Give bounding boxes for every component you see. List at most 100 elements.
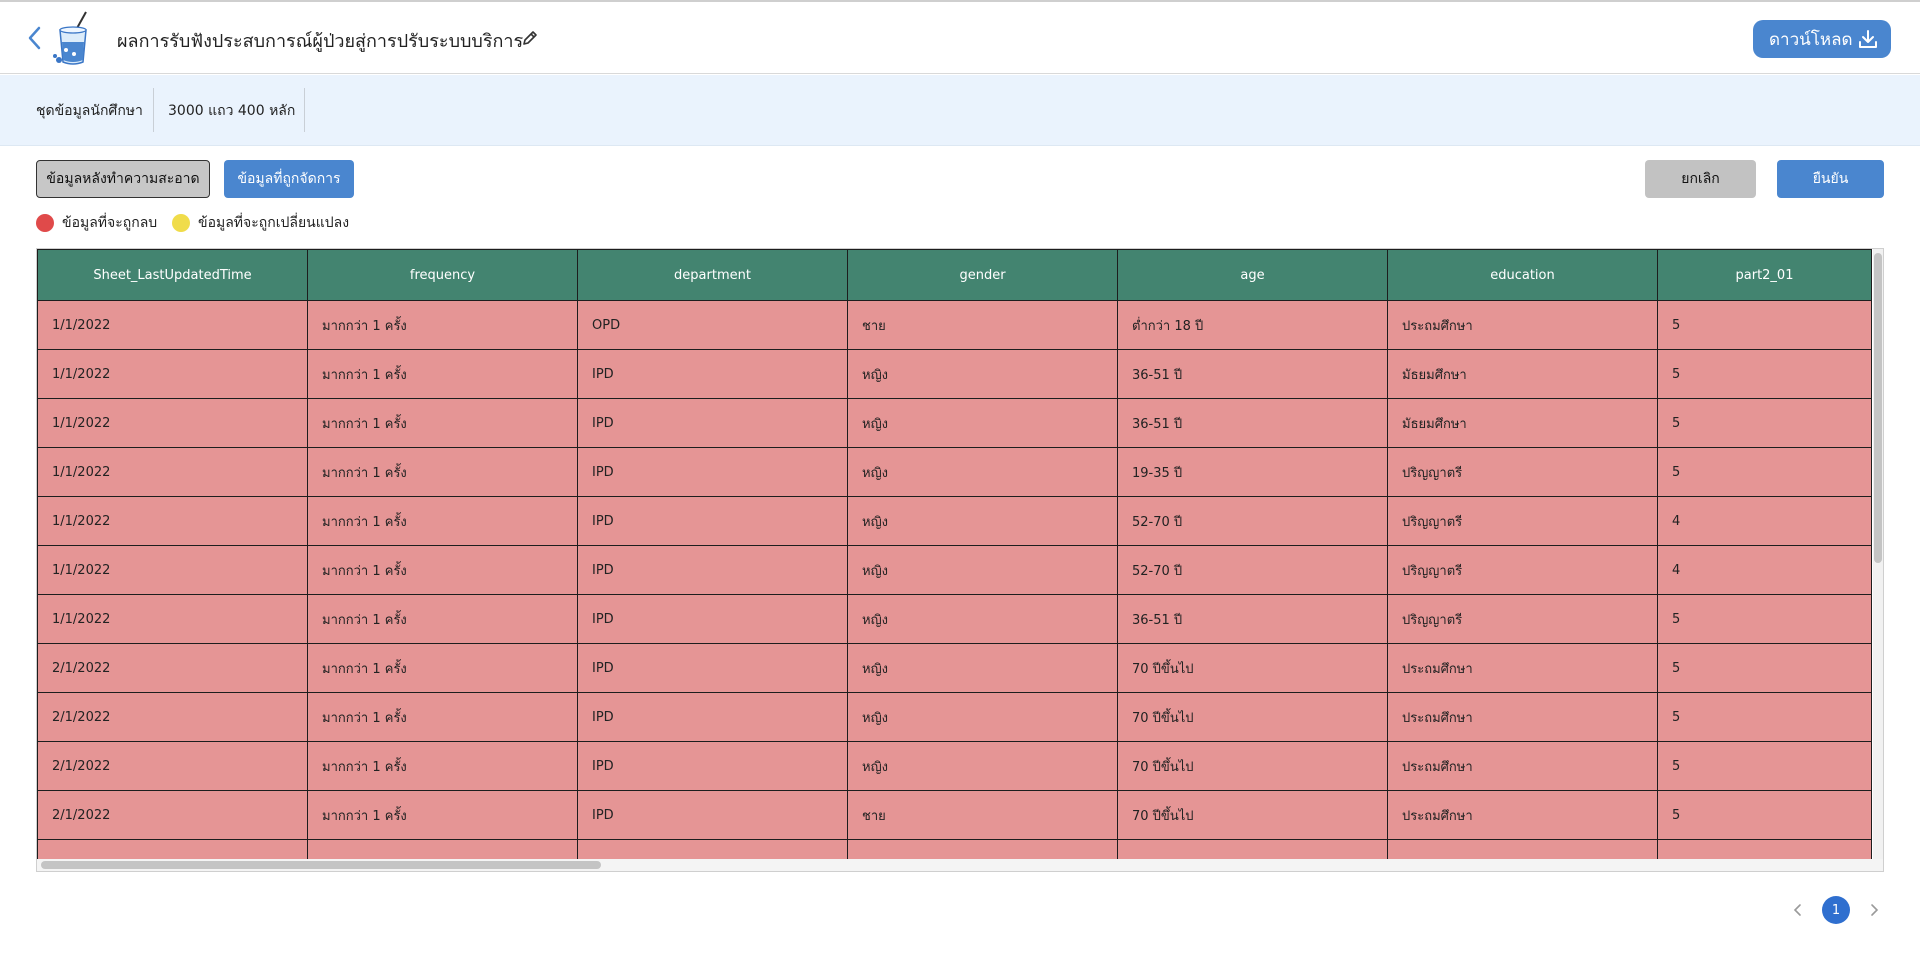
table-cell: มากกว่า 1 ครั้ง: [307, 496, 578, 546]
pagination: 1: [1788, 896, 1884, 924]
column-header[interactable]: gender: [847, 249, 1118, 301]
vertical-scrollbar[interactable]: [1873, 249, 1883, 859]
table-cell: มากกว่า 1 ครั้ง: [307, 741, 578, 791]
table-cell: ปริญญาตรี: [1387, 447, 1658, 497]
table-cell: IPD: [577, 545, 848, 595]
table-body: 1/1/2022 มากกว่า 1 ครั้ง OPD ชาย ต่ำกว่า 18 …: [37, 300, 1872, 871]
back-button[interactable]: [24, 24, 46, 52]
page-number-button[interactable]: 1: [1822, 896, 1850, 924]
download-icon: [1859, 30, 1877, 48]
table-cell: 36-51 ปี: [1117, 349, 1388, 399]
table-cell: IPD: [577, 643, 848, 693]
table-cell: IPD: [577, 398, 848, 448]
table-cell: 1/1/2022: [37, 496, 308, 546]
table-cell: 52-70 ปี: [1117, 496, 1388, 546]
vertical-scroll-thumb[interactable]: [1874, 253, 1882, 563]
table-cell: มากกว่า 1 ครั้ง: [307, 349, 578, 399]
table-cell: ประถมศึกษา: [1387, 790, 1658, 840]
column-header[interactable]: department: [577, 249, 848, 301]
table-cell: 5: [1657, 594, 1872, 644]
table-cell: 5: [1657, 643, 1872, 693]
table-cell: ต่ำกว่า 18 ปี: [1117, 300, 1388, 350]
table-row[interactable]: 2/1/2022 มากกว่า 1 ครั้ง IPD หญิง 70 ปีขึ้นไ…: [37, 643, 1872, 693]
chevron-left-icon[interactable]: [1788, 900, 1808, 920]
column-header[interactable]: Sheet_LastUpdatedTime: [37, 249, 308, 301]
app-logo: [52, 10, 94, 66]
table-cell: หญิง: [847, 692, 1118, 742]
table-cell: 19-35 ปี: [1117, 447, 1388, 497]
table-cell: ปริญญาตรี: [1387, 496, 1658, 546]
horizontal-scroll-thumb[interactable]: [41, 861, 601, 869]
table-row[interactable]: 2/1/2022 มากกว่า 1 ครั้ง IPD หญิง 70 ปีขึ้นไ…: [37, 692, 1872, 742]
app-header: ผลการรับฟังประสบการณ์ผู้ป่วยสู่การปรับระ…: [0, 2, 1920, 74]
table-cell: ชาย: [847, 790, 1118, 840]
table-row[interactable]: 1/1/2022 มากกว่า 1 ครั้ง OPD ชาย ต่ำกว่า 18 …: [37, 300, 1872, 350]
column-header[interactable]: education: [1387, 249, 1658, 301]
horizontal-scrollbar[interactable]: [37, 859, 1883, 871]
column-header[interactable]: part2_01: [1657, 249, 1872, 301]
column-header[interactable]: frequency: [307, 249, 578, 301]
table-cell: 5: [1657, 349, 1872, 399]
table-cell: OPD: [577, 300, 848, 350]
dataset-info-bar: ชุดข้อมูลนักศึกษา 3000 แถว 400 หลัก: [0, 75, 1920, 146]
download-button[interactable]: ดาวน์โหลด: [1753, 20, 1891, 58]
table-cell: 36-51 ปี: [1117, 398, 1388, 448]
table-cell: 2/1/2022: [37, 741, 308, 791]
table-cell: 2/1/2022: [37, 790, 308, 840]
table-header-row: Sheet_LastUpdatedTime frequency department…: [37, 249, 1872, 301]
dataset-name: ชุดข้อมูลนักศึกษา: [36, 103, 143, 119]
column-header[interactable]: age: [1117, 249, 1388, 301]
data-table: Sheet_LastUpdatedTime frequency department…: [37, 249, 1872, 871]
table-row[interactable]: 1/1/2022 มากกว่า 1 ครั้ง IPD หญิง 19-35 ปี ปร…: [37, 447, 1872, 497]
table-cell: ปริญญาตรี: [1387, 594, 1658, 644]
table-cell: ชาย: [847, 300, 1118, 350]
table-row[interactable]: 2/1/2022 มากกว่า 1 ครั้ง IPD หญิง 70 ปีขึ้นไ…: [37, 741, 1872, 791]
table-cell: 5: [1657, 741, 1872, 791]
table-row[interactable]: 2/1/2022 มากกว่า 1 ครั้ง IPD ชาย 70 ปีขึ้นไป…: [37, 790, 1872, 840]
table-cell: IPD: [577, 349, 848, 399]
table-cell: 5: [1657, 300, 1872, 350]
table-cell: 2/1/2022: [37, 692, 308, 742]
table-cell: มากกว่า 1 ครั้ง: [307, 692, 578, 742]
table-cell: 5: [1657, 790, 1872, 840]
table-cell: 70 ปีขึ้นไป: [1117, 692, 1388, 742]
table-cell: หญิง: [847, 741, 1118, 791]
table-cell: 1/1/2022: [37, 545, 308, 595]
table-cell: มากกว่า 1 ครั้ง: [307, 594, 578, 644]
table-cell: ประถมศึกษา: [1387, 692, 1658, 742]
table-cell: 52-70 ปี: [1117, 545, 1388, 595]
data-table-container: Sheet_LastUpdatedTime frequency department…: [36, 248, 1884, 872]
table-row[interactable]: 1/1/2022 มากกว่า 1 ครั้ง IPD หญิง 52-70 ปี ปร…: [37, 545, 1872, 595]
table-cell: หญิง: [847, 643, 1118, 693]
chevron-left-icon: [28, 26, 41, 50]
table-row[interactable]: 1/1/2022 มากกว่า 1 ครั้ง IPD หญิง 36-51 ปี ปร…: [37, 594, 1872, 644]
confirm-button[interactable]: ยืนยัน: [1777, 160, 1884, 198]
table-cell: 1/1/2022: [37, 398, 308, 448]
yellow-dot-icon: [172, 214, 190, 232]
table-cell: 1/1/2022: [37, 447, 308, 497]
tab-cleaned-data[interactable]: ข้อมูลหลังทำความสะอาด: [36, 160, 210, 198]
table-cell: หญิง: [847, 398, 1118, 448]
table-cell: 5: [1657, 692, 1872, 742]
table-row[interactable]: 1/1/2022 มากกว่า 1 ครั้ง IPD หญิง 36-51 ปี มั…: [37, 398, 1872, 448]
table-cell: 1/1/2022: [37, 594, 308, 644]
divider: [304, 88, 305, 132]
table-cell: 5: [1657, 398, 1872, 448]
table-cell: IPD: [577, 496, 848, 546]
table-cell: มากกว่า 1 ครั้ง: [307, 300, 578, 350]
chevron-right-icon[interactable]: [1864, 900, 1884, 920]
table-cell: หญิง: [847, 545, 1118, 595]
dataset-dimensions: 3000 แถว 400 หลัก: [168, 103, 296, 119]
red-dot-icon: [36, 214, 54, 232]
cancel-button[interactable]: ยกเลิก: [1645, 160, 1756, 198]
table-row[interactable]: 1/1/2022 มากกว่า 1 ครั้ง IPD หญิง 36-51 ปี มั…: [37, 349, 1872, 399]
table-cell: 4: [1657, 496, 1872, 546]
table-row[interactable]: 1/1/2022 มากกว่า 1 ครั้ง IPD หญิง 52-70 ปี ปร…: [37, 496, 1872, 546]
tab-managed-data[interactable]: ข้อมูลที่ถูกจัดการ: [224, 160, 354, 198]
edit-title-button[interactable]: [520, 28, 540, 48]
table-cell: มัธยมศึกษา: [1387, 398, 1658, 448]
table-cell: IPD: [577, 790, 848, 840]
table-cell: 4: [1657, 545, 1872, 595]
page-title: ผลการรับฟังประสบการณ์ผู้ป่วยสู่การปรับระ…: [117, 31, 524, 52]
table-cell: IPD: [577, 447, 848, 497]
